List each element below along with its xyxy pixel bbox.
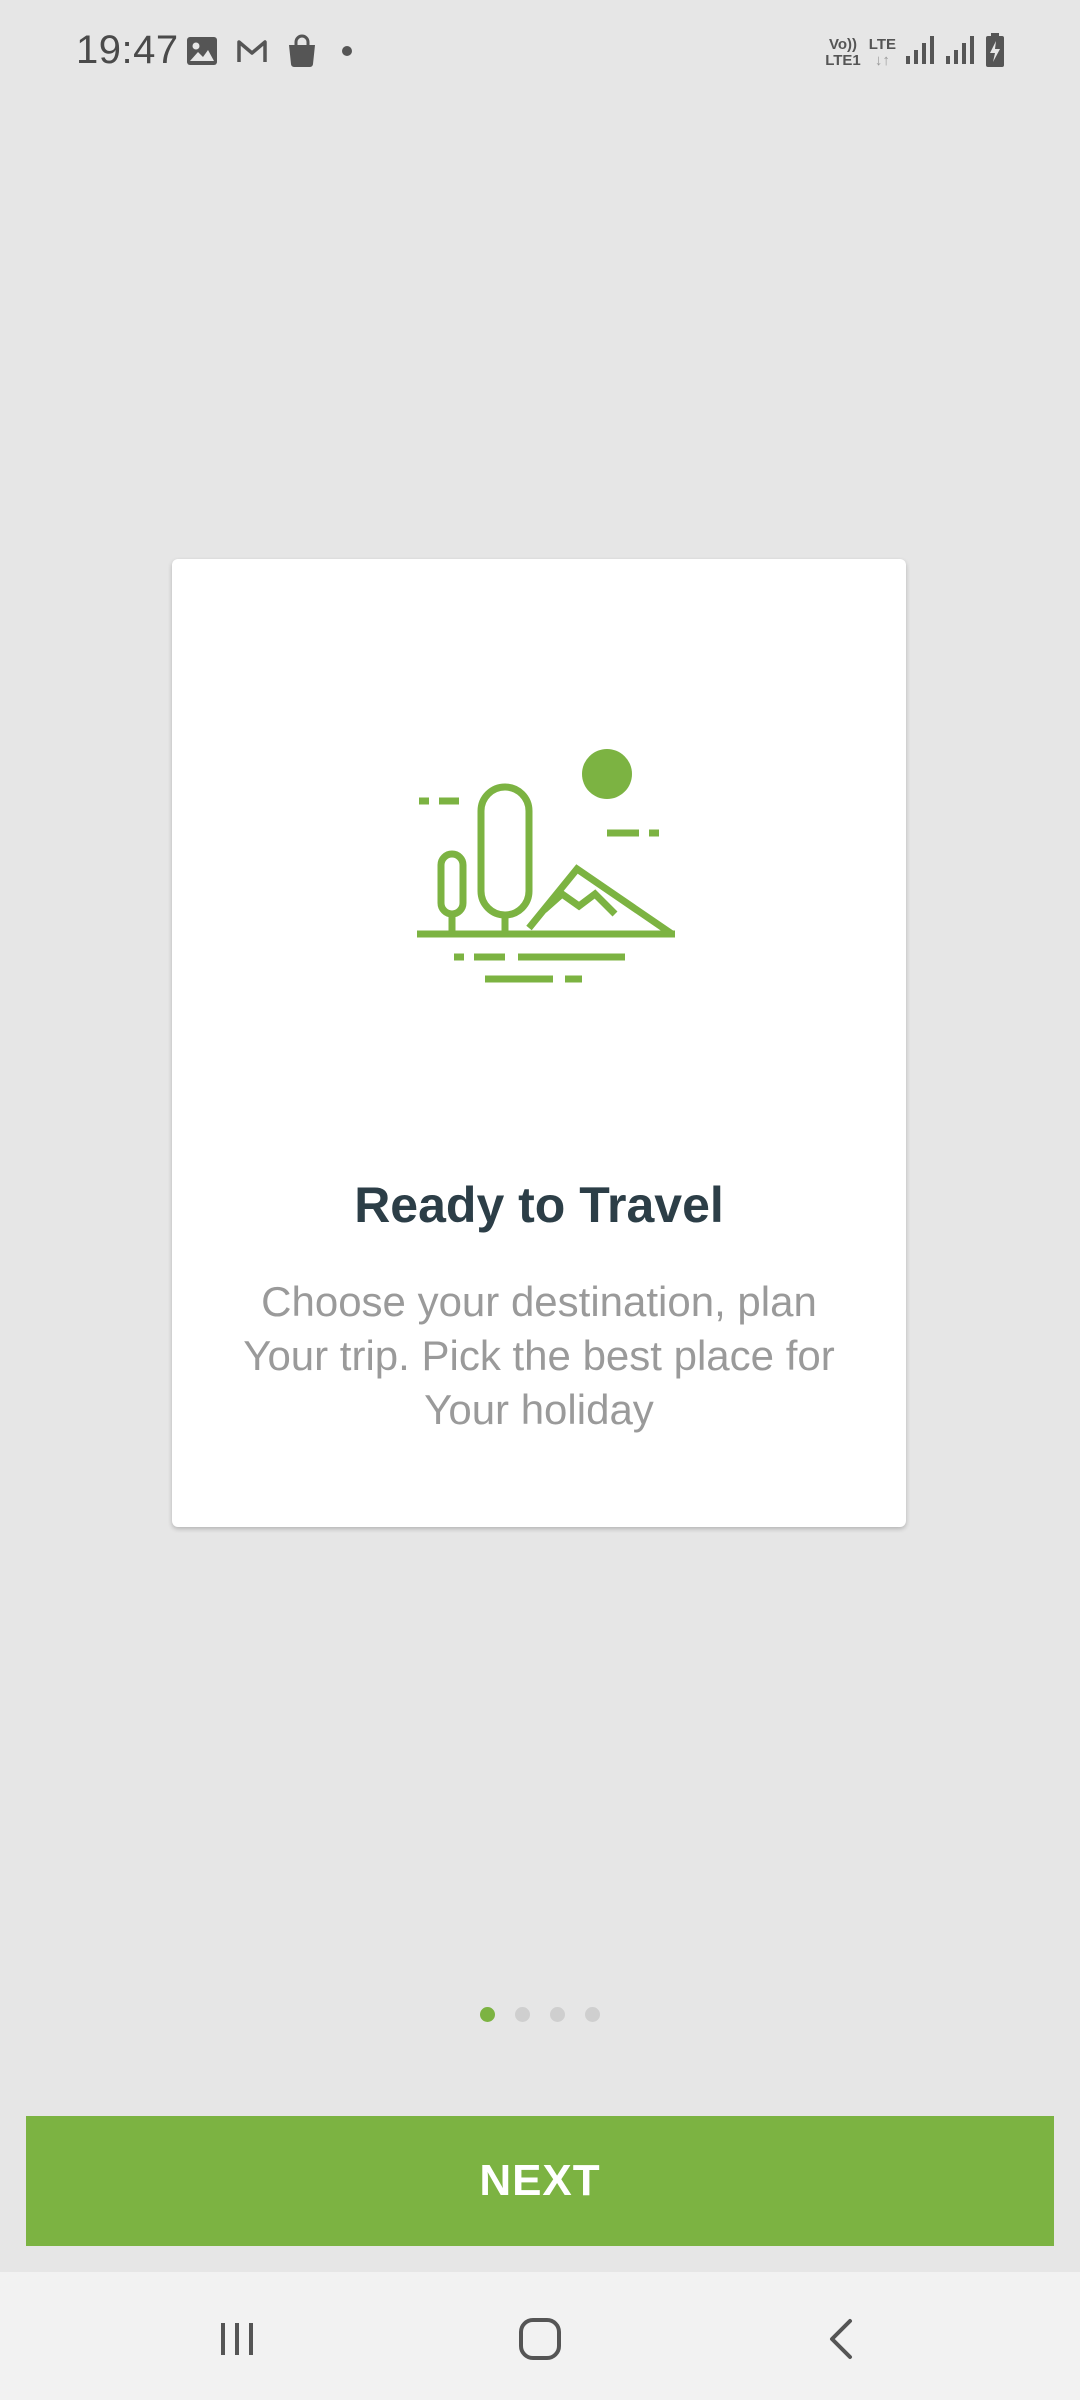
notification-icons	[186, 34, 358, 68]
page-indicator	[0, 2007, 1080, 2022]
home-icon	[519, 2318, 561, 2360]
onboarding-screen: 19:47 Vo)) LTE1 LTE ↓↑ Ready to Travel C…	[0, 0, 1080, 2400]
system-nav-bar	[0, 2272, 1080, 2400]
back-icon	[830, 2319, 852, 2359]
page-dot-2[interactable]	[515, 2007, 530, 2022]
back-button[interactable]	[797, 2294, 887, 2384]
lte-indicator: LTE ↓↑	[868, 35, 896, 69]
recents-button[interactable]	[192, 2294, 282, 2384]
status-time: 19:47	[76, 28, 179, 72]
volte-indicator: Vo)) LTE1	[825, 35, 861, 69]
system-status-icons: Vo)) LTE1 LTE ↓↑	[825, 32, 1006, 73]
home-button[interactable]	[495, 2294, 585, 2384]
gmail-icon	[236, 38, 268, 64]
notification-dot-icon	[336, 44, 358, 58]
page-dot-1[interactable]	[480, 2007, 495, 2022]
page-dot-3[interactable]	[550, 2007, 565, 2022]
page-dot-4[interactable]	[585, 2007, 600, 2022]
status-bar: 19:47 Vo)) LTE1 LTE ↓↑	[0, 0, 1080, 110]
signal-icon	[904, 34, 936, 71]
landscape-travel-icon	[417, 749, 675, 983]
battery-charging-icon	[984, 32, 1006, 73]
shopping-bag-icon	[286, 34, 318, 68]
gallery-icon	[186, 36, 218, 66]
signal-icon	[944, 34, 976, 71]
onboarding-title: Ready to Travel	[354, 1177, 724, 1233]
onboarding-description: Choose your destination, plan Your trip.…	[243, 1278, 835, 1433]
next-button[interactable]: NEXT	[26, 2116, 1054, 2246]
recents-icon	[221, 2323, 253, 2355]
onboarding-card: Ready to Travel Choose your destination,…	[172, 559, 906, 1527]
